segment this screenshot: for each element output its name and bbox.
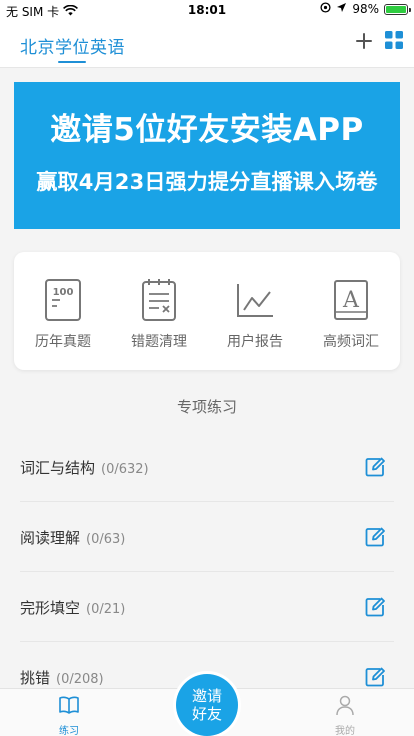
past-exam-icon: 100 [43, 278, 83, 322]
quick-item-vocabulary[interactable]: A 高频词汇 [303, 252, 399, 370]
item-title: 词汇与结构 (0/632) [20, 457, 149, 478]
tab-mine-label: 我的 [335, 726, 355, 736]
vocabulary-book-icon: A [331, 278, 371, 322]
item-progress: (0/63) [86, 532, 126, 547]
quick-item-past-exams[interactable]: 100 历年真题 [15, 252, 111, 370]
battery-icon [384, 3, 411, 15]
nav-bar: 北京学位英语 [0, 20, 414, 68]
report-chart-icon [235, 278, 275, 322]
quick-label-user-report: 用户报告 [227, 334, 283, 350]
battery-level [386, 5, 406, 13]
plus-icon[interactable] [352, 29, 376, 53]
wrong-questions-icon [139, 278, 179, 322]
item-title: 阅读理解 (0/63) [20, 527, 125, 548]
edit-icon[interactable] [364, 456, 386, 478]
svg-text:A: A [342, 288, 360, 313]
page-title[interactable]: 北京学位英语 [20, 33, 125, 58]
item-name: 阅读理解 [20, 529, 81, 547]
item-name: 完形填空 [20, 599, 81, 617]
banner-subline: 赢取4月23日强力提分直播课入场卷 [36, 170, 378, 194]
item-title: 完形填空 (0/21) [20, 597, 125, 618]
location-icon [336, 2, 347, 16]
alarm-icon [320, 2, 331, 16]
user-icon [334, 694, 356, 716]
banner-headline: 邀请5位好友安装APP [50, 112, 364, 148]
status-bar: 无 SIM 卡 18:01 98% [0, 0, 414, 20]
battery-percent: 98% [352, 2, 379, 16]
item-name: 挑错 [20, 669, 51, 687]
svg-text:100: 100 [53, 287, 74, 298]
quick-menu: 100 历年真题 错题清理 用户报告 A 高频词汇 [14, 252, 400, 370]
item-progress: (0/21) [86, 602, 126, 617]
invite-banner[interactable]: 邀请5位好友安装APP 赢取4月23日强力提分直播课入场卷 [14, 82, 400, 229]
invite-label-line1: 邀请 [191, 687, 222, 705]
quick-item-wrong-questions[interactable]: 错题清理 [111, 252, 207, 370]
grid-icon[interactable] [384, 30, 404, 50]
title-underline [58, 61, 86, 63]
list-item[interactable]: 完形填空 (0/21) [20, 572, 394, 642]
section-title: 专项练习 [176, 398, 237, 416]
quick-label-wrong-questions: 错题清理 [131, 334, 187, 350]
invite-friends-button[interactable]: 邀请 好友 [176, 674, 238, 736]
tab-mine[interactable]: 我的 [305, 689, 385, 736]
open-book-icon [58, 694, 80, 716]
tab-practice-label: 练习 [59, 726, 79, 736]
app-screen: 无 SIM 卡 18:01 98% 北京学位英语 邀请5位好友安装APP 赢取4… [0, 0, 414, 736]
quick-label-past-exams: 历年真题 [35, 334, 91, 350]
quick-item-user-report[interactable]: 用户报告 [207, 252, 303, 370]
item-name: 词汇与结构 [20, 459, 96, 477]
tab-practice[interactable]: 练习 [29, 689, 109, 736]
edit-icon[interactable] [364, 596, 386, 618]
item-progress: (0/208) [56, 672, 104, 687]
edit-icon[interactable] [364, 526, 386, 548]
battery-tip [409, 7, 411, 12]
quick-label-vocabulary: 高频词汇 [323, 334, 379, 350]
invite-label-line2: 好友 [191, 705, 222, 723]
status-right: 98% [320, 2, 411, 16]
item-title: 挑错 (0/208) [20, 667, 104, 688]
item-progress: (0/632) [101, 462, 149, 477]
list-item[interactable]: 阅读理解 (0/63) [20, 502, 394, 572]
edit-icon[interactable] [364, 666, 386, 688]
list-item[interactable]: 词汇与结构 (0/632) [20, 432, 394, 502]
